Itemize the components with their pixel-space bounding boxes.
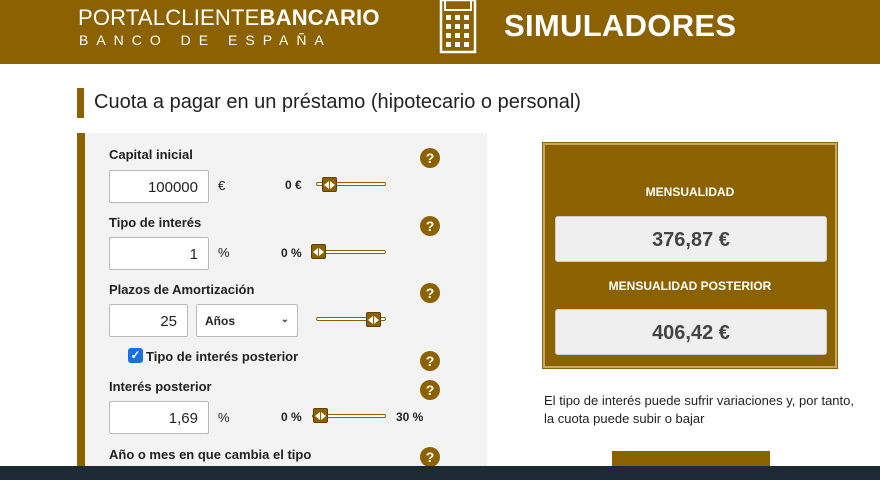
page-title: Cuota a pagar en un préstamo (hipotecari… [94, 91, 581, 113]
change-period-label: Año o mes en que cambia el tipo [109, 447, 312, 462]
interest-input[interactable]: 1 [109, 237, 209, 270]
posterior-slider-thumb[interactable] [313, 408, 328, 423]
calculator-icon [439, 0, 477, 54]
interest-label: Tipo de interés [109, 215, 202, 230]
interest-unit: % [218, 245, 230, 260]
bottom-bar [0, 466, 880, 480]
capital-input[interactable]: 100000 [109, 170, 209, 203]
term-unit-select[interactable]: Años ⌄ [196, 304, 298, 337]
term-unit-selected: Años [205, 314, 235, 328]
brand-name-bold: BANCARIO [259, 5, 380, 30]
capital-min-value: 0 € [285, 178, 302, 192]
posterior-rate-checkbox[interactable]: ✓ [128, 348, 143, 363]
posterior-rate-checkbox-label[interactable]: Tipo de interés posterior [146, 349, 298, 364]
title-accent-bar [77, 88, 84, 118]
help-icon[interactable]: ? [420, 447, 440, 467]
term-input[interactable]: 25 [109, 304, 188, 337]
posterior-interest-input[interactable]: 1,69 [109, 401, 209, 434]
brand-name-regular: PORTALCLIENTE [78, 5, 260, 30]
capital-label: Capital inicial [109, 147, 193, 162]
posterior-min-value: 0 % [281, 410, 302, 424]
help-icon[interactable]: ? [420, 351, 440, 371]
monthly-payment-value: 376,87 € [555, 216, 827, 262]
site-header: PORTALCLIENTEBANCARIO BANCO DE ESPAÑA SI… [0, 0, 880, 64]
posterior-interest-unit: % [218, 410, 230, 425]
term-slider-thumb[interactable] [366, 312, 381, 327]
brand-subtitle: BANCO DE ESPAÑA [79, 32, 332, 48]
result-panel: MENSUALIDAD 376,87 € MENSUALIDAD POSTERI… [543, 143, 837, 368]
rate-variation-note: El tipo de interés puede sufrir variacio… [544, 393, 854, 426]
posterior-max-value: 30 % [396, 410, 424, 424]
interest-min-value: 0 % [281, 246, 302, 260]
interest-slider-thumb[interactable] [311, 244, 326, 259]
monthly-payment-label: MENSUALIDAD [645, 185, 735, 199]
term-label: Plazos de Amortización [109, 282, 255, 297]
help-icon[interactable]: ? [420, 148, 440, 168]
brand-logo[interactable]: PORTALCLIENTEBANCARIO [78, 5, 380, 31]
help-icon[interactable]: ? [420, 216, 440, 236]
posterior-payment-label: MENSUALIDAD POSTERIOR [608, 279, 772, 293]
capital-unit: € [218, 178, 226, 193]
posterior-interest-label: Interés posterior [109, 379, 212, 394]
action-button[interactable] [612, 451, 770, 467]
chevron-down-icon: ⌄ [280, 314, 289, 325]
section-title: SIMULADORES [504, 8, 737, 43]
help-icon[interactable]: ? [420, 380, 440, 400]
posterior-payment-value: 406,42 € [555, 309, 827, 355]
help-icon[interactable]: ? [420, 283, 440, 303]
capital-slider-thumb[interactable] [322, 177, 337, 192]
